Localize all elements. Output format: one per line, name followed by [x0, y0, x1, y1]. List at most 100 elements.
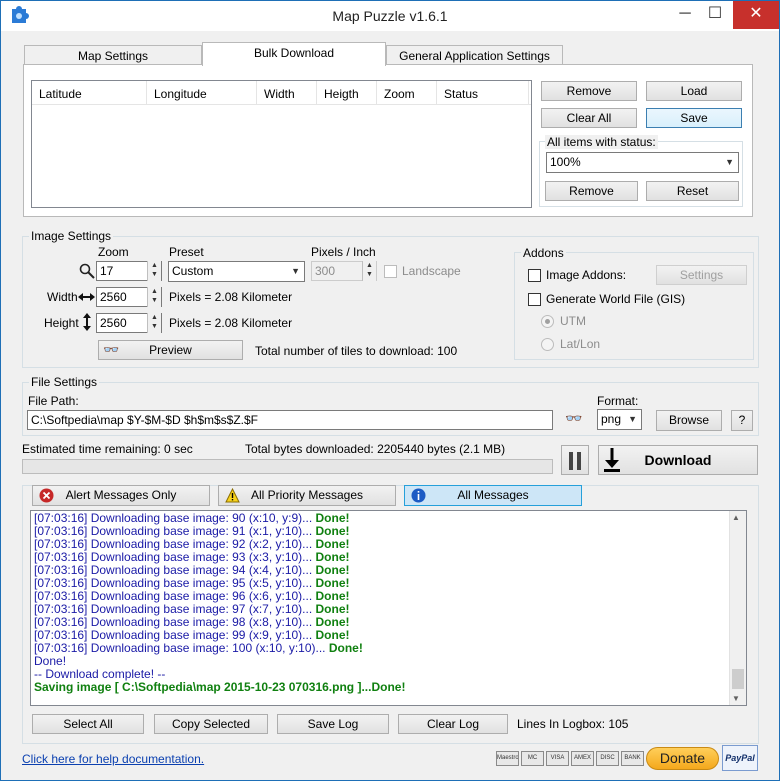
status-remove-button[interactable]: Remove — [545, 181, 638, 201]
world-file-label: Generate World File (GIS) — [546, 292, 686, 306]
maestro-card-icon: Maestro — [496, 751, 519, 766]
help-button[interactable]: ? — [731, 410, 753, 431]
landscape-label: Landscape — [402, 264, 461, 278]
log-line-done: Done! — [315, 589, 350, 603]
height-value: 2560 — [100, 316, 127, 330]
format-select[interactable]: png ▼ — [597, 409, 642, 430]
help-doc-link[interactable]: Click here for help documentation. — [22, 752, 204, 766]
status-group-label: All items with status: — [545, 135, 658, 149]
status-select[interactable]: 100% ▼ — [546, 152, 739, 173]
filter-all-button[interactable]: All Messages — [404, 485, 582, 506]
save-log-button[interactable]: Save Log — [277, 714, 389, 734]
image-settings-title: Image Settings — [29, 229, 114, 243]
load-button[interactable]: Load — [646, 81, 742, 101]
zoom-spin[interactable]: ▲ ▼ — [147, 261, 161, 281]
column-height[interactable]: Heigth — [317, 81, 377, 105]
remove-button[interactable]: Remove — [541, 81, 637, 101]
preset-select[interactable]: Custom ▼ — [168, 261, 305, 282]
column-width[interactable]: Width — [257, 81, 317, 105]
height-stepper[interactable]: 2560 ▲ ▼ — [96, 313, 162, 333]
clear-all-button[interactable]: Clear All — [541, 108, 637, 128]
tab-general-settings[interactable]: General Application Settings — [386, 45, 563, 66]
pause-button[interactable] — [561, 445, 589, 475]
format-label: Format: — [597, 394, 639, 408]
log-line-done: Done! — [315, 628, 350, 642]
width-spin[interactable]: ▲ ▼ — [147, 287, 161, 307]
column-latitude[interactable]: Latitude — [32, 81, 147, 105]
file-path-input[interactable]: C:\Softpedia\map $Y-$M-$D $h$m$s$Z.$F — [27, 410, 553, 430]
log-line-text: [07:03:16] Downloading base image: 100 (… — [34, 641, 329, 655]
filter-alert-button[interactable]: Alert Messages Only — [32, 485, 210, 506]
bulk-items-list[interactable]: Latitude Longitude Width Heigth Zoom Sta… — [31, 80, 532, 208]
status-reset-button[interactable]: Reset — [646, 181, 739, 201]
scroll-up-icon[interactable]: ▲ — [732, 513, 740, 522]
minimize-button[interactable]: ─ — [671, 1, 699, 29]
latlon-radio[interactable] — [541, 338, 554, 351]
info-icon — [411, 488, 426, 503]
donate-button[interactable]: Donate — [646, 747, 719, 770]
world-file-checkbox[interactable] — [528, 293, 541, 306]
visa-card-icon: VISA — [546, 751, 569, 766]
scroll-thumb[interactable] — [732, 669, 744, 689]
utm-label: UTM — [560, 314, 586, 328]
download-label: Download — [644, 452, 712, 468]
filter-all-label: All Messages — [457, 488, 529, 502]
log-scrollbar[interactable]: ▲ ▼ — [729, 511, 746, 705]
bytes-text: Total bytes downloaded: 2205440 bytes (2… — [245, 442, 506, 456]
paypal-logo[interactable]: PayPal — [722, 745, 758, 771]
bank-icon: BANK — [621, 751, 644, 766]
log-line-done: Done! — [315, 615, 350, 629]
browse-glasses-icon[interactable]: 👓 — [560, 410, 588, 430]
app-window: Map Puzzle v1.6.1 ─ ☐ ✕ Map Settings Bul… — [0, 0, 780, 781]
log-line-done: Done! — [315, 576, 350, 590]
close-button[interactable]: ✕ — [733, 1, 779, 29]
height-spin[interactable]: ▲ ▼ — [147, 313, 161, 333]
height-arrows-icon — [83, 313, 91, 331]
width-stepper[interactable]: 2560 ▲ ▼ — [96, 287, 162, 307]
file-settings-title: File Settings — [29, 375, 100, 389]
zoom-value: 17 — [100, 264, 114, 278]
log-line-text: [07:03:16] Downloading base image: 98 (x… — [34, 615, 316, 629]
format-value: png — [601, 412, 622, 426]
status-select-value: 100% — [550, 155, 581, 169]
latlon-label: Lat/Lon — [560, 337, 601, 351]
image-addons-checkbox[interactable] — [528, 269, 541, 282]
log-line-text: [07:03:16] Downloading base image: 92 (x… — [34, 537, 316, 551]
height-info: Pixels = 2.08 Kilometer — [169, 316, 293, 330]
chevron-down-icon: ▼ — [628, 414, 637, 424]
tab-bulk-download[interactable]: Bulk Download — [202, 42, 386, 66]
filter-priority-label: All Priority Messages — [250, 488, 364, 502]
landscape-checkbox[interactable] — [384, 265, 397, 278]
log-line-text: [07:03:16] Downloading base image: 97 (x… — [34, 602, 316, 616]
preset-label: Preset — [169, 245, 204, 259]
filter-priority-button[interactable]: All Priority Messages — [218, 485, 396, 506]
log-line-done: Done! — [315, 511, 350, 525]
tab-map-settings[interactable]: Map Settings — [24, 45, 202, 66]
column-longitude[interactable]: Longitude — [147, 81, 257, 105]
utm-radio[interactable] — [541, 315, 554, 328]
log-line-done: Done! — [315, 563, 350, 577]
addons-settings-button[interactable]: Settings — [656, 265, 747, 285]
column-zoom[interactable]: Zoom — [377, 81, 437, 105]
ppi-spin[interactable]: ▲ ▼ — [362, 261, 376, 281]
select-all-button[interactable]: Select All — [32, 714, 144, 734]
log-line-done: Done! — [315, 524, 350, 538]
height-label: Height — [44, 316, 79, 330]
browse-button[interactable]: Browse — [656, 410, 722, 431]
preview-label: Preview — [149, 343, 192, 357]
filter-alert-label: Alert Messages Only — [65, 488, 177, 502]
ppi-value: 300 — [315, 264, 336, 278]
column-status[interactable]: Status — [437, 81, 529, 105]
scroll-down-icon[interactable]: ▼ — [732, 694, 740, 703]
download-button[interactable]: Download — [598, 445, 758, 475]
save-button[interactable]: Save — [646, 108, 742, 128]
log-line-text: [07:03:16] Downloading base image: 91 (x… — [34, 524, 316, 538]
maximize-button[interactable]: ☐ — [701, 1, 729, 29]
log-box[interactable]: [07:03:16] Downloading base image: 90 (x… — [30, 510, 747, 706]
zoom-stepper[interactable]: 17 ▲ ▼ — [96, 261, 162, 281]
title-bar[interactable]: Map Puzzle v1.6.1 ─ ☐ ✕ — [1, 1, 779, 31]
preview-button[interactable]: 👓 Preview — [98, 340, 243, 360]
copy-selected-button[interactable]: Copy Selected — [154, 714, 268, 734]
ppi-stepper[interactable]: 300 ▲ ▼ — [311, 261, 377, 281]
clear-log-button[interactable]: Clear Log — [398, 714, 508, 734]
